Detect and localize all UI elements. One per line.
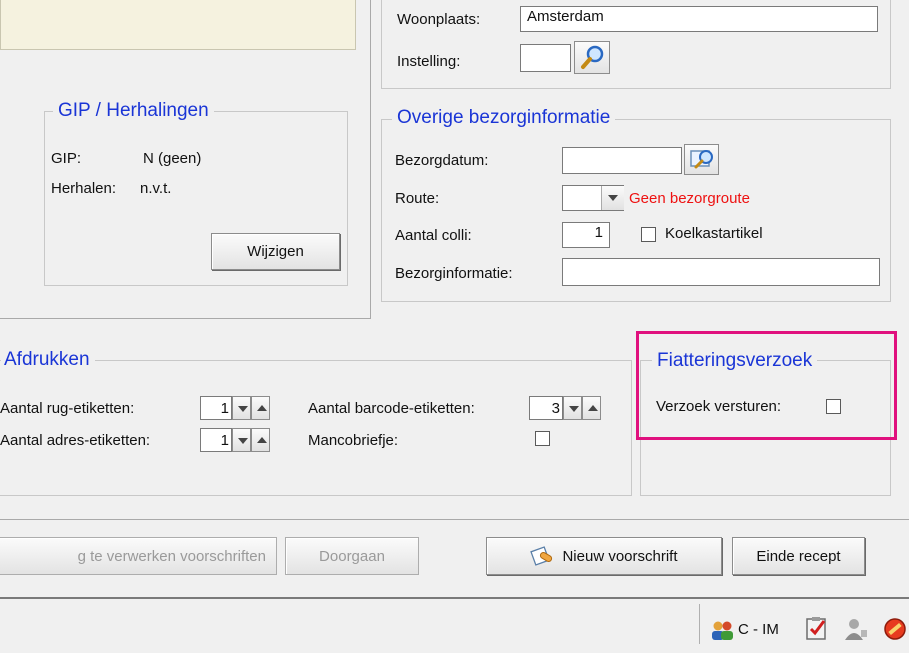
koelkast-label: Koelkastartikel [665, 225, 763, 242]
bezorgdatum-lookup-button[interactable] [684, 144, 719, 175]
afdrukken-group-title: Afdrukken [1, 349, 95, 371]
search-icon [581, 45, 604, 69]
left-panel-bottom-border [0, 318, 371, 319]
woonplaats-label: Woonplaats: [397, 11, 481, 28]
rug-down-button[interactable] [232, 396, 251, 420]
colli-field[interactable]: 1 [562, 222, 610, 248]
prescription-icon [530, 546, 553, 566]
verzoek-versturen-checkbox[interactable] [826, 399, 841, 414]
chevron-down-icon [608, 195, 618, 201]
route-dropdown-button[interactable] [601, 186, 624, 210]
adres-etiketten-label: Aantal adres-etiketten: [0, 432, 151, 449]
gip-value: N (geen) [143, 150, 202, 167]
bezorgdatum-field[interactable] [562, 147, 682, 174]
user-code: C - IM [738, 621, 779, 638]
barcode-down-button[interactable] [563, 396, 582, 420]
adres-etiketten-value[interactable]: 1 [200, 428, 232, 452]
chevron-up-icon [588, 405, 598, 411]
afdrukken-group [0, 360, 632, 496]
route-label: Route: [395, 190, 440, 207]
clipboard-icon[interactable] [803, 615, 831, 641]
barcode-up-button[interactable] [582, 396, 601, 420]
instelling-search-button[interactable] [574, 41, 610, 74]
bezorgdatum-label: Bezorgdatum: [395, 152, 489, 169]
mancobriefje-label: Mancobriefje: [308, 432, 399, 449]
status-divider [699, 604, 700, 644]
colli-label: Aantal colli: [395, 227, 472, 244]
info-panel [0, 0, 356, 50]
wijzigen-button[interactable]: Wijzigen [211, 233, 340, 270]
instelling-field[interactable] [520, 44, 571, 72]
fiat-group-title: Fiatteringsverzoek [652, 350, 818, 372]
barcode-etiketten-spinner[interactable]: 3 [529, 396, 601, 420]
rug-etiketten-label: Aantal rug-etiketten: [0, 400, 135, 417]
route-warning: Geen bezorgroute [629, 190, 750, 207]
rug-etiketten-value[interactable]: 1 [200, 396, 232, 420]
einde-recept-button[interactable]: Einde recept [732, 537, 865, 575]
chevron-down-icon [569, 406, 579, 412]
instelling-label: Instelling: [397, 53, 461, 70]
chevron-down-icon [238, 438, 248, 444]
rug-up-button[interactable] [251, 396, 270, 420]
action-separator [0, 519, 909, 520]
verzoek-versturen-label: Verzoek versturen: [656, 398, 782, 415]
woonplaats-field[interactable]: Amsterdam [520, 6, 878, 32]
herhalen-value: n.v.t. [140, 180, 172, 197]
koelkast-checkbox[interactable] [641, 227, 656, 242]
gip-label: GIP: [51, 150, 82, 167]
bezorginformatie-field[interactable] [562, 258, 880, 286]
adres-down-button[interactable] [232, 428, 251, 452]
adres-etiketten-spinner[interactable]: 1 [200, 428, 270, 452]
users-icon [712, 621, 733, 640]
chevron-down-icon [238, 406, 248, 412]
left-panel-border [370, 0, 371, 318]
bezorg-group-title: Overige bezorginformatie [392, 107, 616, 129]
search-calendar-icon [690, 150, 713, 169]
herhalen-label: Herhalen: [51, 180, 117, 197]
gip-group-title: GIP / Herhalingen [53, 100, 214, 122]
rug-etiketten-spinner[interactable]: 1 [200, 396, 270, 420]
adres-up-button[interactable] [251, 428, 270, 452]
nieuw-voorschrift-label: Nieuw voorschrift [562, 547, 678, 565]
barcode-etiketten-label: Aantal barcode-etiketten: [308, 400, 475, 417]
doorgaan-button[interactable]: Doorgaan [285, 537, 419, 575]
mancobriefje-checkbox[interactable] [535, 431, 550, 446]
nieuw-voorschrift-button[interactable]: Nieuw voorschrift [486, 537, 722, 575]
bezorginformatie-label: Bezorginformatie: [395, 265, 513, 282]
alert-icon[interactable] [883, 617, 907, 641]
fiat-highlight-frame [636, 331, 897, 440]
te-verwerken-button[interactable]: g te verwerken voorschriften [0, 537, 277, 575]
barcode-etiketten-value[interactable]: 3 [529, 396, 563, 420]
chevron-up-icon [257, 405, 267, 411]
user-icon[interactable] [844, 617, 870, 641]
chevron-up-icon [257, 437, 267, 443]
